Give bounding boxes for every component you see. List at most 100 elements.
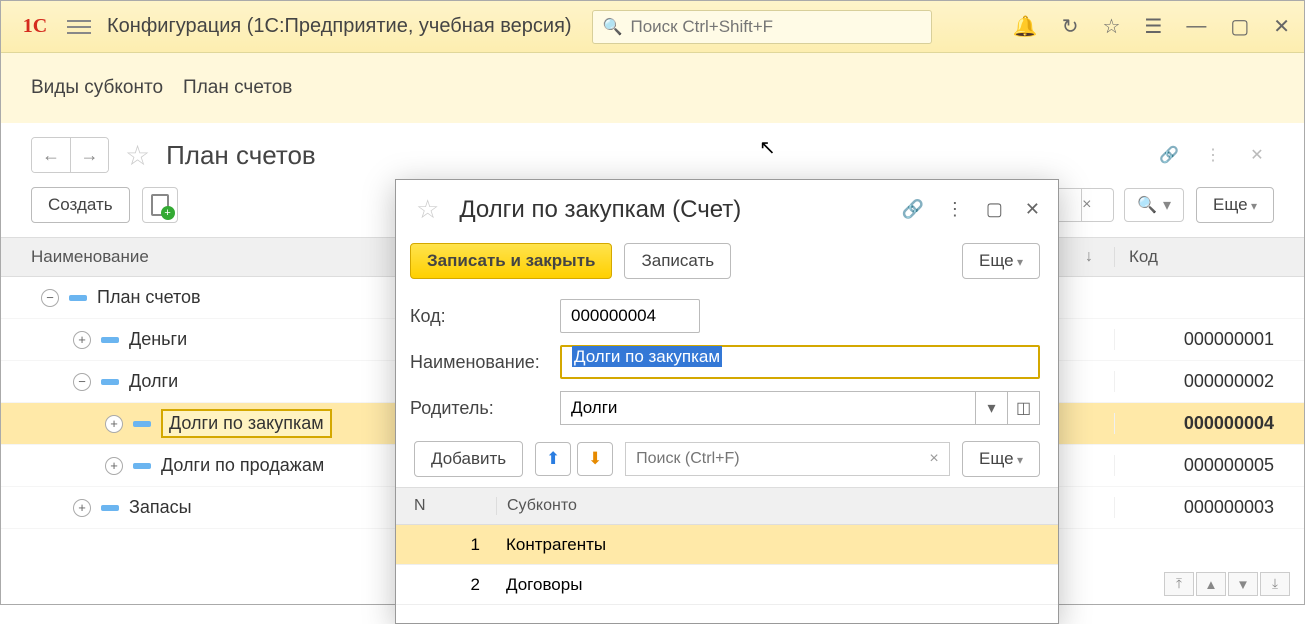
code-input[interactable]	[560, 299, 700, 333]
scroll-bottom-icon[interactable]: ⤓	[1260, 572, 1290, 596]
logo-1c: 1C	[11, 12, 59, 42]
subkonto-more-button[interactable]: Еще	[962, 441, 1040, 477]
name-input[interactable]: Долги по закупкам	[560, 345, 1040, 379]
sub-col-n[interactable]: N	[396, 497, 496, 515]
node-code: 000000004	[1114, 413, 1304, 434]
clear-search-button[interactable]: ×	[1082, 188, 1114, 222]
node-label: Запасы	[129, 497, 192, 518]
move-up-button[interactable]: ⬆	[535, 442, 571, 476]
folder-icon	[69, 295, 87, 301]
dialog-link-icon[interactable]: 🔗	[901, 199, 923, 220]
add-row-button[interactable]: Добавить	[414, 441, 523, 477]
expander-icon[interactable]: +	[73, 499, 91, 517]
dialog-star-icon[interactable]: ☆	[416, 194, 439, 225]
folder-icon	[101, 379, 119, 385]
dialog-header: ☆ Долги по закупкам (Счет) 🔗 ⋮ ▢ ✕	[396, 180, 1058, 233]
scroll-top-icon[interactable]: ⤒	[1164, 572, 1194, 596]
close-tab-icon[interactable]: ✕	[1240, 138, 1274, 172]
global-search[interactable]: 🔍	[592, 10, 932, 44]
subkonto-search-input[interactable]	[626, 450, 919, 468]
folder-icon	[133, 421, 151, 427]
search-dropdown-button[interactable]: 🔍▾	[1124, 188, 1184, 222]
search-icon: 🔍	[603, 17, 623, 37]
hamburger-icon[interactable]	[67, 15, 91, 39]
sub-row-s: Контрагенты	[496, 535, 1058, 555]
col-header-code[interactable]: Код	[1114, 247, 1304, 267]
expander-icon[interactable]: +	[105, 415, 123, 433]
col-sort-indicator[interactable]: ↓	[1064, 248, 1114, 266]
create-folder-button[interactable]	[142, 187, 178, 223]
minimize-icon[interactable]: —	[1186, 15, 1206, 38]
dialog-title: Долги по закупкам (Счет)	[459, 196, 887, 224]
subkonto-table-head: N Субконто	[396, 487, 1058, 525]
more-vert-icon[interactable]: ⋮	[1196, 138, 1230, 172]
titlebar-icons: 🔔 ↻ ☆ ☰ — ▢ ✕	[1013, 14, 1294, 39]
save-button[interactable]: Записать	[624, 243, 731, 279]
dialog-more-icon[interactable]: ⋮	[946, 199, 964, 220]
search-icon: 🔍	[1137, 195, 1157, 215]
sub-row-s: Договоры	[496, 575, 1058, 595]
create-button[interactable]: Создать	[31, 187, 130, 223]
node-label: Долги	[129, 371, 178, 392]
node-label: Долги по закупкам	[161, 409, 332, 438]
node-code: 000000002	[1114, 371, 1304, 392]
title-bar: 1C Конфигурация (1С:Предприятие, учебная…	[1, 1, 1304, 53]
node-label: План счетов	[97, 287, 201, 308]
subkonto-toolbar: Добавить ⬆ ⬇ × Еще	[396, 431, 1058, 487]
filter-icon[interactable]: ☰	[1144, 14, 1162, 39]
name-label: Наименование:	[410, 352, 550, 373]
global-search-input[interactable]	[631, 17, 921, 37]
form-row-name: Наименование: Долги по закупкам	[396, 339, 1058, 385]
bell-icon[interactable]: 🔔	[1013, 14, 1038, 39]
node-code: 000000005	[1114, 455, 1304, 476]
parent-label: Родитель:	[410, 398, 550, 419]
nav-row: Виды субконто План счетов	[1, 53, 1304, 123]
form-row-code: Код:	[396, 293, 1058, 339]
star-icon[interactable]: ☆	[1102, 14, 1120, 39]
page-title: План счетов	[166, 140, 316, 171]
nav-item-subkonto[interactable]: Виды субконто	[31, 77, 163, 99]
code-label: Код:	[410, 306, 550, 327]
folder-icon	[133, 463, 151, 469]
expander-icon[interactable]: −	[41, 289, 59, 307]
subkonto-row[interactable]: 1 Контрагенты	[396, 525, 1058, 565]
dialog-toolbar: Записать и закрыть Записать Еще	[396, 233, 1058, 293]
scroll-down-icon[interactable]: ▼	[1228, 572, 1258, 596]
scroll-buttons: ⤒ ▲ ▼ ⤓	[1164, 572, 1290, 596]
parent-open-icon[interactable]: ◫	[1008, 391, 1040, 425]
dialog-maximize-icon[interactable]: ▢	[986, 199, 1003, 220]
save-close-button[interactable]: Записать и закрыть	[410, 243, 612, 279]
subkonto-row[interactable]: 2 Договоры	[396, 565, 1058, 605]
nav-item-plan[interactable]: План счетов	[183, 77, 292, 99]
dialog-more-button[interactable]: Еще	[962, 243, 1040, 279]
back-button[interactable]: ←	[32, 138, 70, 172]
parent-field: Долги ▾ ◫	[560, 391, 1040, 425]
favorite-star-icon[interactable]: ☆	[125, 139, 150, 172]
form-row-parent: Родитель: Долги ▾ ◫	[396, 385, 1058, 431]
close-icon[interactable]: ✕	[1273, 14, 1290, 39]
parent-value[interactable]: Долги	[560, 391, 976, 425]
folder-icon	[101, 505, 119, 511]
subkonto-search[interactable]: ×	[625, 442, 950, 476]
more-button[interactable]: Еще	[1196, 187, 1274, 223]
reorder-buttons: ⬆ ⬇	[535, 442, 613, 476]
move-down-button[interactable]: ⬇	[577, 442, 613, 476]
node-label: Долги по продажам	[161, 455, 324, 476]
app-title: Конфигурация (1С:Предприятие, учебная ве…	[107, 15, 572, 38]
main-area: ← → ☆ План счетов 🔗 ⋮ ✕ Создать × 🔍▾ Еще…	[1, 123, 1304, 604]
scroll-up-icon[interactable]: ▲	[1196, 572, 1226, 596]
history-icon[interactable]: ↻	[1062, 14, 1079, 39]
sub-col-s[interactable]: Субконто	[496, 497, 1058, 515]
sub-row-n: 2	[396, 575, 496, 595]
parent-dropdown-icon[interactable]: ▾	[976, 391, 1008, 425]
expander-icon[interactable]: +	[73, 331, 91, 349]
maximize-icon[interactable]: ▢	[1230, 14, 1249, 39]
sub-row-n: 1	[396, 535, 496, 555]
forward-button[interactable]: →	[70, 138, 108, 172]
subkonto-search-clear[interactable]: ×	[919, 450, 949, 468]
expander-icon[interactable]: +	[105, 457, 123, 475]
expander-icon[interactable]: −	[73, 373, 91, 391]
dialog-close-icon[interactable]: ✕	[1025, 199, 1040, 220]
link-icon[interactable]: 🔗	[1152, 138, 1186, 172]
nav-history: ← →	[31, 137, 109, 173]
